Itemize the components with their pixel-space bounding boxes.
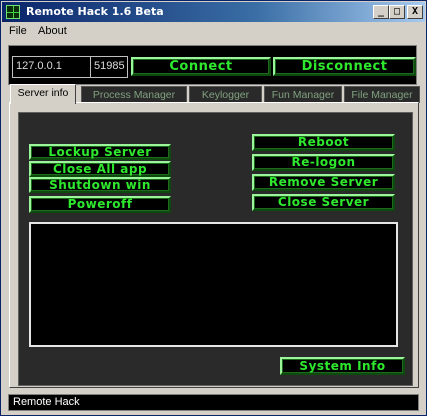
tab-file-manager[interactable]: File Manager bbox=[344, 86, 420, 103]
host-input[interactable]: 127.0.0.1 bbox=[12, 56, 96, 78]
close-button[interactable]: X bbox=[407, 5, 423, 19]
re-logon-button[interactable]: Re-logon bbox=[252, 154, 395, 171]
minimize-button[interactable]: _ bbox=[373, 5, 389, 19]
remove-server-button[interactable]: Remove Server bbox=[252, 174, 395, 191]
app-window: Remote Hack 1.6 Beta _ □ X File About 12… bbox=[0, 0, 427, 416]
tab-fun-manager[interactable]: Fun Manager bbox=[264, 86, 342, 103]
connection-panel: 127.0.0.1 51985 Connect Disconnect bbox=[8, 45, 417, 85]
window-title: Remote Hack 1.6 Beta bbox=[26, 5, 164, 18]
title-bar[interactable]: Remote Hack 1.6 Beta _ □ X bbox=[2, 2, 425, 22]
tab-keylogger[interactable]: Keylogger bbox=[189, 86, 262, 103]
maximize-button[interactable]: □ bbox=[389, 5, 405, 19]
shutdown-win-button[interactable]: Shutdown win bbox=[29, 177, 171, 193]
menu-about[interactable]: About bbox=[38, 25, 67, 37]
status-bar: Remote Hack bbox=[8, 394, 419, 411]
disconnect-button[interactable]: Disconnect bbox=[273, 57, 416, 76]
poweroff-button[interactable]: Poweroff bbox=[29, 196, 171, 213]
menu-file[interactable]: File bbox=[9, 25, 27, 37]
app-grid-icon bbox=[6, 5, 20, 19]
connect-button[interactable]: Connect bbox=[131, 57, 271, 76]
tab-process-manager[interactable]: Process Manager bbox=[81, 86, 187, 103]
tab-server-info[interactable]: Server info bbox=[10, 84, 76, 104]
close-all-app-button[interactable]: Close All app bbox=[29, 161, 171, 177]
menu-bar: File About bbox=[2, 23, 425, 41]
port-input[interactable]: 51985 bbox=[90, 56, 128, 78]
server-info-output[interactable] bbox=[29, 222, 398, 347]
lockup-server-button[interactable]: Lockup Server bbox=[29, 144, 171, 160]
system-info-button[interactable]: System Info bbox=[280, 357, 405, 375]
reboot-button[interactable]: Reboot bbox=[252, 134, 395, 151]
close-server-button[interactable]: Close Server bbox=[252, 194, 395, 211]
